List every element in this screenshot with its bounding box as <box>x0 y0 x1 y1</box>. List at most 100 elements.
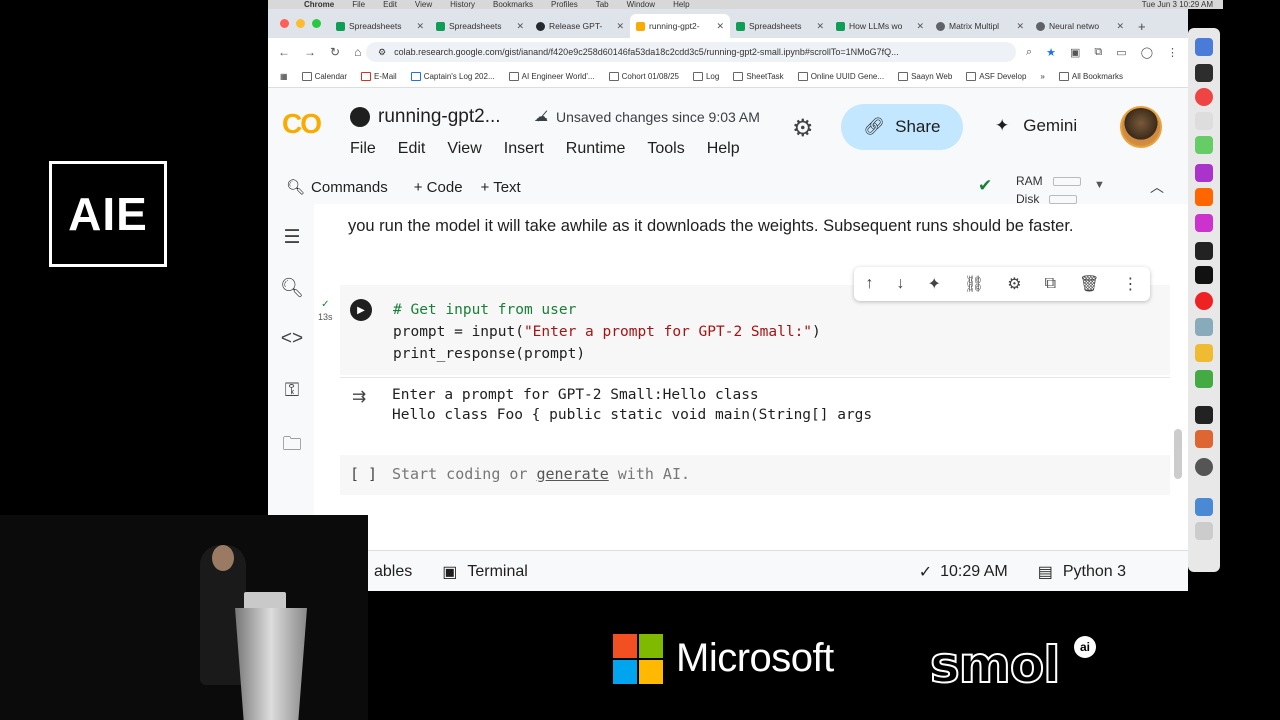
close-tab-icon[interactable]: ✕ <box>816 21 824 32</box>
browser-tab[interactable]: Neural netwo ✕ <box>1030 14 1130 38</box>
terminal-app-icon[interactable] <box>1195 242 1213 260</box>
browser-tab[interactable]: Spreadsheets ✕ <box>430 14 530 38</box>
secrets-key-icon[interactable]: ⚿ <box>280 380 304 402</box>
more-vert-icon[interactable]: ⋮ <box>1122 274 1138 294</box>
cast-icon[interactable]: ▭ <box>1116 46 1126 59</box>
terminal-icon[interactable]: ▣ <box>442 562 457 582</box>
notebook-title-text[interactable]: running-gpt2... <box>378 106 501 128</box>
code-editor[interactable]: # Get input from user prompt = input("En… <box>393 299 821 365</box>
code-snippets-icon[interactable]: <> <box>280 328 304 350</box>
close-tab-icon[interactable]: ✕ <box>716 21 724 32</box>
menubar-item[interactable]: Profiles <box>551 0 578 9</box>
bookmark-item[interactable]: SheetTask <box>733 72 784 82</box>
close-tab-icon[interactable]: ✕ <box>616 21 624 32</box>
ram-disk-indicator[interactable]: RAM Disk <box>1016 172 1081 208</box>
table-of-contents-icon[interactable]: ☰ <box>280 226 304 249</box>
more-bookmarks-icon[interactable]: » <box>1040 72 1044 81</box>
dock-app-icon[interactable] <box>1195 406 1213 424</box>
generate-link[interactable]: generate <box>537 465 609 483</box>
share-button[interactable]: 🔗︎ Share <box>841 104 963 150</box>
browser-tab-active[interactable]: running-gpt2- ✕ <box>630 14 730 38</box>
dock-app-icon[interactable] <box>1195 318 1213 336</box>
menubar-item[interactable]: Help <box>673 0 689 9</box>
close-tab-icon[interactable]: ✕ <box>1116 21 1124 32</box>
bookmark-star-icon[interactable]: ★ <box>1046 46 1056 59</box>
browser-tab[interactable]: Spreadsheets ✕ <box>730 14 830 38</box>
cell-placeholder[interactable]: Start coding or generate with AI. <box>392 465 690 483</box>
extensions-puzzle-icon[interactable]: ⧉ <box>1094 46 1102 59</box>
mirror-cell-icon[interactable]: ⧉ <box>1045 275 1056 293</box>
url-input[interactable]: ⚙ colab.research.google.com/gist/ianand/… <box>366 42 1016 62</box>
bookmark-item[interactable]: Cohort 01/08/25 <box>608 72 679 82</box>
dock-app-icon[interactable] <box>1195 136 1213 154</box>
browser-tab[interactable]: Spreadsheets ✕ <box>330 14 430 38</box>
dock-app-icon[interactable] <box>1195 370 1213 388</box>
bookmark-item[interactable]: Calendar <box>301 72 347 82</box>
dock-app-icon[interactable] <box>1195 64 1213 82</box>
bookmark-item[interactable]: Captain's Log 202... <box>410 72 495 82</box>
menubar-item[interactable]: Bookmarks <box>493 0 533 9</box>
menu-runtime[interactable]: Runtime <box>566 140 626 158</box>
delete-icon[interactable]: 🗑︎ <box>1079 274 1099 294</box>
find-icon[interactable]: 🔍︎ <box>280 276 304 300</box>
empty-code-cell[interactable]: [ ] Start coding or generate with AI. <box>340 455 1170 495</box>
unsaved-changes-indicator[interactable]: ☁̸ Unsaved changes since 9:03 AM <box>534 108 760 125</box>
menubar-item[interactable]: File <box>352 0 365 9</box>
menu-edit[interactable]: Edit <box>398 140 426 158</box>
files-folder-icon[interactable]: 🗀 <box>280 430 304 462</box>
gemini-button[interactable]: ✦ Gemini <box>995 116 1077 136</box>
dock-app-icon[interactable] <box>1195 38 1213 56</box>
colab-logo[interactable]: CO <box>282 108 322 140</box>
dock-app-icon[interactable] <box>1195 112 1213 130</box>
notebook-title[interactable]: running-gpt2... <box>350 106 501 128</box>
apple-tv-icon[interactable] <box>1195 266 1213 284</box>
bookmark-item[interactable]: All Bookmarks <box>1058 72 1123 82</box>
new-tab-button[interactable]: + <box>1130 14 1154 38</box>
dock-app-icon[interactable] <box>1195 344 1213 362</box>
dock-app-icon[interactable] <box>1195 188 1213 206</box>
minimize-window-button[interactable] <box>296 19 305 28</box>
dock-app-icon[interactable] <box>1195 164 1213 182</box>
browser-tab[interactable]: Matrix Multipl ✕ <box>930 14 1030 38</box>
bookmark-item[interactable]: E-Mail <box>361 72 397 82</box>
connected-check-icon[interactable]: ✔ <box>978 176 992 196</box>
run-cell-button[interactable]: ▶ <box>350 299 372 321</box>
zoom-icon[interactable]: ⌕ <box>1026 46 1032 59</box>
browser-menu-icon[interactable]: ⋮ <box>1167 46 1178 59</box>
output-actions-icon[interactable]: ⇉ <box>352 387 366 407</box>
back-icon[interactable]: ← <box>278 45 290 59</box>
forward-icon[interactable]: → <box>304 45 316 59</box>
bookmark-item[interactable]: Log <box>692 72 719 82</box>
move-down-icon[interactable]: ↓ <box>897 275 905 293</box>
bookmark-item[interactable]: Online UUID Gene... <box>797 72 884 82</box>
menu-insert[interactable]: Insert <box>504 140 544 158</box>
profile-icon[interactable]: ◯ <box>1141 46 1153 59</box>
menubar-item[interactable]: History <box>450 0 475 9</box>
last-run-time[interactable]: 10:29 AM <box>940 563 1008 581</box>
trash-icon[interactable] <box>1195 522 1213 540</box>
add-text-button[interactable]: + Text <box>481 179 521 196</box>
close-window-button[interactable] <box>280 19 289 28</box>
commands-button[interactable]: 🔍︎ Commands <box>286 178 388 197</box>
menubar-item[interactable]: View <box>415 0 432 9</box>
site-info-icon[interactable]: ⚙ <box>378 47 386 58</box>
move-up-icon[interactable]: ↑ <box>866 275 874 293</box>
bookmark-item[interactable]: AI Engineer World'... <box>508 72 595 82</box>
menu-tools[interactable]: Tools <box>647 140 684 158</box>
zoom-window-button[interactable] <box>312 19 321 28</box>
apps-grid-icon[interactable]: ▦ <box>280 72 288 81</box>
bookmark-item[interactable]: ASF Develop <box>966 72 1026 82</box>
scrollbar[interactable] <box>1174 429 1182 479</box>
dock-app-icon[interactable] <box>1195 214 1213 232</box>
settings-gear-icon[interactable]: ⚙ <box>792 114 814 143</box>
menu-file[interactable]: File <box>350 140 376 158</box>
terminal-tab[interactable]: Terminal <box>467 563 527 581</box>
dock-app-icon[interactable] <box>1195 292 1213 310</box>
variables-tab[interactable]: ables <box>374 563 412 581</box>
close-tab-icon[interactable]: ✕ <box>916 21 924 32</box>
collapse-header-icon[interactable]: ︿ <box>1150 177 1164 197</box>
close-tab-icon[interactable]: ✕ <box>516 21 524 32</box>
extension-icon[interactable]: ▣ <box>1070 46 1080 59</box>
browser-tab[interactable]: How LLMs wo ✕ <box>830 14 930 38</box>
runtime-type[interactable]: Python 3 <box>1063 563 1126 581</box>
